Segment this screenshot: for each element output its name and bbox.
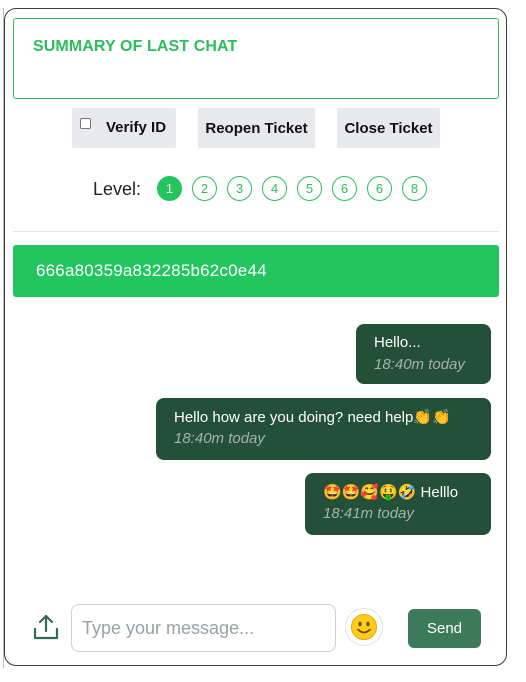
message-timestamp: 18:40m today (174, 430, 265, 447)
level-label: Level: (93, 179, 142, 199)
verify-id-button[interactable]: Verify ID (72, 108, 176, 148)
ticket-id: 666a80359a832285b62c0e44 (36, 261, 267, 280)
ticket-id-bar: 666a80359a832285b62c0e44 (13, 245, 499, 297)
emoji-picker-button[interactable] (345, 608, 383, 646)
verify-id-label: Verify ID (106, 119, 167, 136)
level-option-5[interactable]: 5 (297, 176, 322, 201)
chat-message: 🤩🤩🥰🤑🤣 Helllo 18:41m today (305, 473, 491, 535)
chat-message: Hello... 18:40m today (356, 324, 491, 384)
level-option-4[interactable]: 4 (262, 176, 287, 201)
smiley-icon (351, 614, 377, 640)
chat-summary-box: SUMMARY OF LAST CHAT (13, 18, 499, 99)
level-option-3[interactable]: 3 (227, 176, 252, 201)
close-ticket-button[interactable]: Close Ticket (337, 108, 440, 148)
message-text: 🤩🤩🥰🤑🤣 Helllo (323, 484, 459, 501)
upload-icon[interactable] (31, 612, 61, 642)
message-timestamp: 18:40m today (374, 356, 465, 373)
message-input[interactable] (71, 604, 336, 652)
message-text: Hello... (374, 334, 421, 351)
level-option-1[interactable]: 1 (157, 176, 182, 201)
message-text: Hello how are you doing? need help👏👏 (174, 409, 451, 426)
level-option-8[interactable]: 8 (402, 176, 427, 201)
level-option-6[interactable]: 6 (332, 176, 357, 201)
verify-id-checkbox[interactable] (80, 118, 91, 129)
level-option-2[interactable]: 2 (192, 176, 217, 201)
reopen-ticket-button[interactable]: Reopen Ticket (198, 108, 315, 148)
message-timestamp: 18:41m today (323, 505, 414, 522)
chat-message: Hello how are you doing? need help👏👏 18:… (156, 398, 491, 460)
level-option-7[interactable]: 6 (367, 176, 392, 201)
summary-title: SUMMARY OF LAST CHAT (33, 38, 238, 55)
send-button[interactable]: Send (408, 609, 481, 648)
divider (13, 231, 499, 232)
